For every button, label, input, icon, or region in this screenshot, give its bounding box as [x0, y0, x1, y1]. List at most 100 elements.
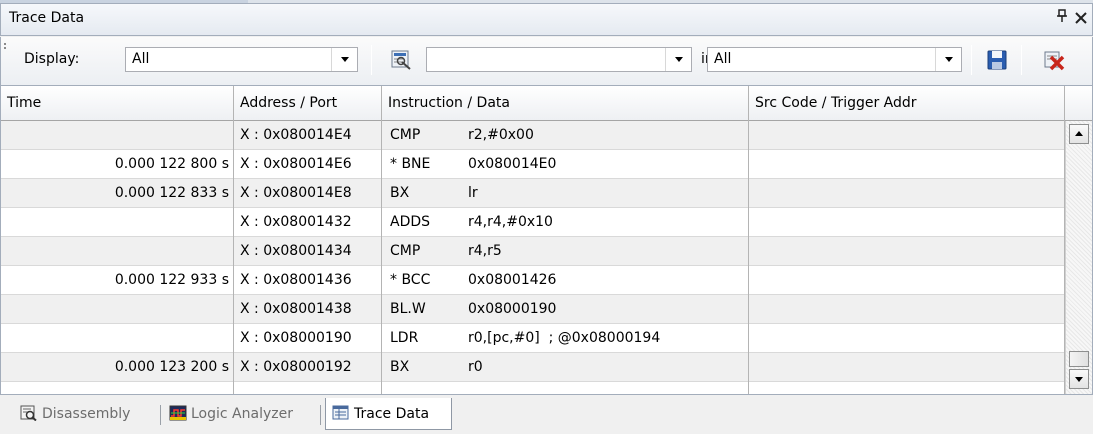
address-cell: X : 0x08001438: [234, 295, 382, 324]
table-row[interactable]: X : 0x08001438 BL.W 0x08000190: [1, 295, 1065, 324]
trace-data-icon: [332, 405, 350, 421]
display-filter-select[interactable]: All: [125, 47, 358, 72]
time-cell: [1, 324, 234, 353]
scrollbar-thumb[interactable]: [1069, 351, 1089, 367]
mnemonic: BL.W: [390, 301, 426, 317]
column-header-time[interactable]: Time: [1, 86, 234, 121]
time-cell: 0.000 122 800 s: [1, 150, 234, 179]
chevron-down-icon[interactable]: [331, 48, 357, 71]
table-row[interactable]: X : 0x08001432 ADDS r4,r4,#0x10: [1, 208, 1065, 237]
toolbar-grip[interactable]: [4, 43, 6, 49]
column-header-instruction[interactable]: Instruction / Data: [382, 86, 749, 121]
src-cell: [749, 237, 1065, 266]
instruction-cell: * BCC 0x08001426: [382, 266, 749, 295]
close-icon[interactable]: [1075, 7, 1087, 29]
operand: 0x08000190: [468, 301, 557, 317]
pin-icon[interactable]: [1056, 9, 1068, 27]
instruction-cell: BX r0: [382, 353, 749, 382]
display-label: Display:: [24, 51, 80, 67]
chevron-down-icon[interactable]: [935, 48, 961, 71]
search-input[interactable]: [426, 47, 692, 72]
mnemonic: * BNE: [390, 156, 431, 172]
search-scope-value: All: [714, 51, 732, 67]
time-cell: [1, 121, 234, 150]
src-cell: [749, 179, 1065, 208]
trace-toolbar: Display: All in All: [0, 37, 1093, 85]
table-row[interactable]: 0.000 122 800 s X : 0x080014E6 * BNE 0x08…: [1, 150, 1065, 179]
src-cell: [749, 266, 1065, 295]
logic-analyzer-icon: [169, 405, 187, 421]
instruction-cell: BX lr: [382, 179, 749, 208]
trace-data-window: Trace Data Display: All All Time Address…: [0, 0, 1093, 434]
src-cell: [749, 382, 1065, 394]
display-filter-value: All: [132, 51, 150, 67]
chevron-down-icon[interactable]: [665, 48, 691, 71]
src-cell: [749, 208, 1065, 237]
table-row[interactable]: 0.000 122 933 s X : 0x08001436 * BCC 0x08…: [1, 266, 1065, 295]
time-cell: [1, 208, 234, 237]
address-cell: [234, 382, 382, 394]
instruction-cell: * BNE 0x080014E0: [382, 150, 749, 179]
address-cell: X : 0x08001432: [234, 208, 382, 237]
src-cell: [749, 324, 1065, 353]
address-cell: X : 0x080014E8: [234, 179, 382, 208]
address-cell: X : 0x08001434: [234, 237, 382, 266]
operand: r2,#0x00: [468, 127, 534, 143]
tab-logic-analyzer[interactable]: Logic Analyzer: [169, 398, 293, 430]
toolbar-separator: [371, 45, 372, 75]
time-cell: [1, 382, 234, 394]
tab-separator: [320, 405, 321, 425]
table-row[interactable]: 0.000 122 833 s X : 0x080014E8 BX lr: [1, 179, 1065, 208]
mnemonic: * BCC: [390, 272, 431, 288]
find-in-trace-icon[interactable]: [390, 49, 412, 71]
operand: lr: [468, 185, 478, 201]
time-cell: [1, 237, 234, 266]
instruction-cell: CMP r4,r5: [382, 237, 749, 266]
vertical-scrollbar[interactable]: [1065, 121, 1092, 394]
address-cell: X : 0x08000192: [234, 353, 382, 382]
mnemonic: CMP: [390, 127, 421, 143]
src-cell: [749, 121, 1065, 150]
scroll-down-arrow-icon[interactable]: [1069, 369, 1089, 389]
tab-trace-data[interactable]: Trace Data: [325, 398, 452, 430]
address-cell: X : 0x080014E6: [234, 150, 382, 179]
operand: 0x08001426: [468, 272, 557, 288]
toolbar-separator: [1021, 45, 1022, 75]
tab-label: Disassembly: [42, 406, 131, 422]
table-row[interactable]: X : 0x08000190 LDR r0,[pc,#0] ; @0x080001…: [1, 324, 1065, 353]
instruction-cell: LDR r0,[pc,#0] ; @0x08000194: [382, 324, 749, 353]
tab-disassembly[interactable]: Disassembly: [20, 398, 130, 430]
panel-titlebar: Trace Data: [0, 3, 1093, 36]
mnemonic: ADDS: [390, 214, 431, 230]
column-header-address[interactable]: Address / Port: [234, 86, 382, 121]
time-cell: 0.000 123 200 s: [1, 353, 234, 382]
operand: r0: [468, 359, 483, 375]
column-header-src-code[interactable]: Src Code / Trigger Addr: [749, 86, 1065, 121]
src-cell: [749, 295, 1065, 324]
table-row-partial: [1, 382, 1065, 394]
address-cell: X : 0x08001436: [234, 266, 382, 295]
operand: 0x080014E0: [468, 156, 557, 172]
panel-title: Trace Data: [9, 10, 85, 26]
tab-label: Trace Data: [354, 406, 430, 422]
time-cell: [1, 295, 234, 324]
operand: r4,r4,#0x10: [468, 214, 553, 230]
save-icon[interactable]: [986, 49, 1008, 71]
mnemonic: BX: [390, 359, 410, 375]
table-row[interactable]: 0.000 123 200 s X : 0x08000192 BX r0: [1, 353, 1065, 382]
instruction-cell: ADDS r4,r4,#0x10: [382, 208, 749, 237]
table-row[interactable]: X : 0x080014E4 CMP r2,#0x00: [1, 121, 1065, 150]
table-header: Time Address / Port Instruction / Data S…: [1, 86, 1092, 121]
table-row[interactable]: X : 0x08001434 CMP r4,r5: [1, 237, 1065, 266]
toolbar-separator: [971, 45, 972, 75]
tab-label: Logic Analyzer: [191, 406, 293, 422]
scroll-up-arrow-icon[interactable]: [1069, 124, 1089, 144]
delete-trace-icon[interactable]: [1043, 49, 1065, 71]
mnemonic: LDR: [390, 330, 419, 346]
address-cell: X : 0x080014E4: [234, 121, 382, 150]
disassembly-icon: [20, 405, 38, 422]
mnemonic: CMP: [390, 243, 421, 259]
operand: r4,r5: [468, 243, 502, 259]
search-scope-select[interactable]: All: [707, 47, 962, 72]
instruction-cell: [382, 382, 749, 394]
